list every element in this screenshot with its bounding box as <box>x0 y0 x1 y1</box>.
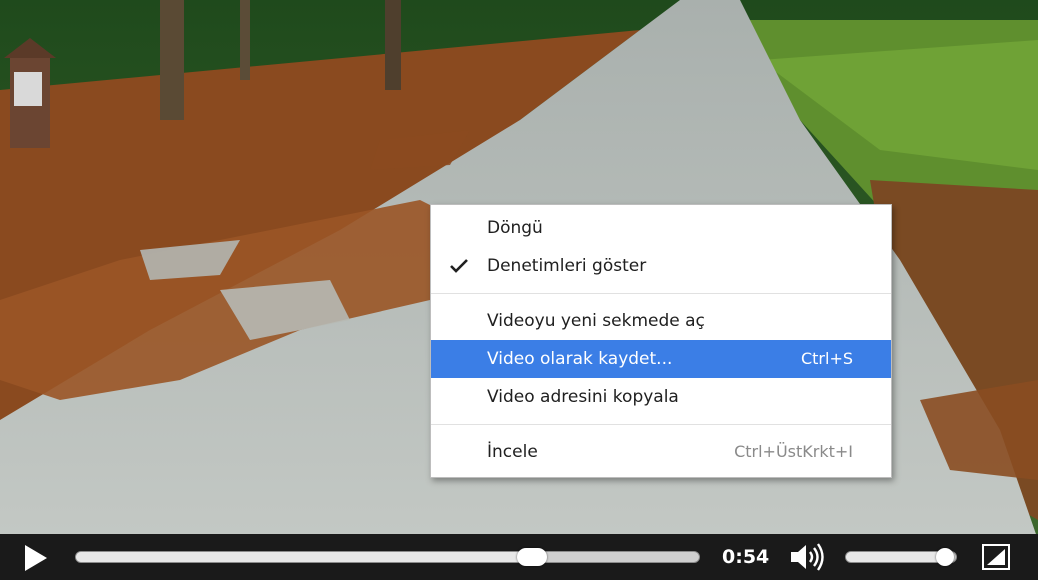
video-context-menu: Döngü Denetimleri göster Videoyu yeni se… <box>430 204 892 478</box>
menu-item-inspect[interactable]: İncele Ctrl+ÜstKrkt+I <box>431 433 891 471</box>
menu-item-label: Döngü <box>487 218 543 238</box>
fullscreen-icon <box>982 544 1010 570</box>
menu-item-label: Video olarak kaydet... <box>487 349 673 369</box>
volume-thumb[interactable] <box>936 548 954 566</box>
play-button[interactable] <box>20 543 50 573</box>
menu-item-open-video-new-tab[interactable]: Videoyu yeni sekmede aç <box>431 302 891 340</box>
menu-item-label: İncele <box>487 442 538 462</box>
progress-thumb[interactable] <box>517 548 548 566</box>
volume-button[interactable] <box>789 542 827 572</box>
progress-slider[interactable] <box>75 548 700 566</box>
menu-item-show-controls[interactable]: Denetimleri göster <box>431 247 891 285</box>
menu-separator <box>431 293 891 294</box>
time-display: 0:54 <box>722 546 770 568</box>
menu-item-shortcut: Ctrl+ÜstKrkt+I <box>734 442 853 461</box>
menu-item-loop[interactable]: Döngü <box>431 209 891 247</box>
menu-item-label: Denetimleri göster <box>487 256 647 276</box>
volume-icon <box>791 543 824 571</box>
volume-slider[interactable] <box>845 548 957 566</box>
check-icon <box>447 247 471 285</box>
progress-fill <box>76 552 533 562</box>
menu-item-label: Videoyu yeni sekmede aç <box>487 311 705 331</box>
fullscreen-button[interactable] <box>982 544 1010 570</box>
volume-fill <box>846 552 945 562</box>
menu-item-copy-video-address[interactable]: Video adresini kopyala <box>431 378 891 416</box>
menu-item-label: Video adresini kopyala <box>487 387 679 407</box>
play-icon <box>25 545 47 571</box>
menu-item-save-video-as[interactable]: Video olarak kaydet... Ctrl+S <box>431 340 891 378</box>
menu-item-shortcut: Ctrl+S <box>800 349 853 368</box>
menu-separator <box>431 424 891 425</box>
video-controls-bar: 0:54 <box>0 534 1038 580</box>
